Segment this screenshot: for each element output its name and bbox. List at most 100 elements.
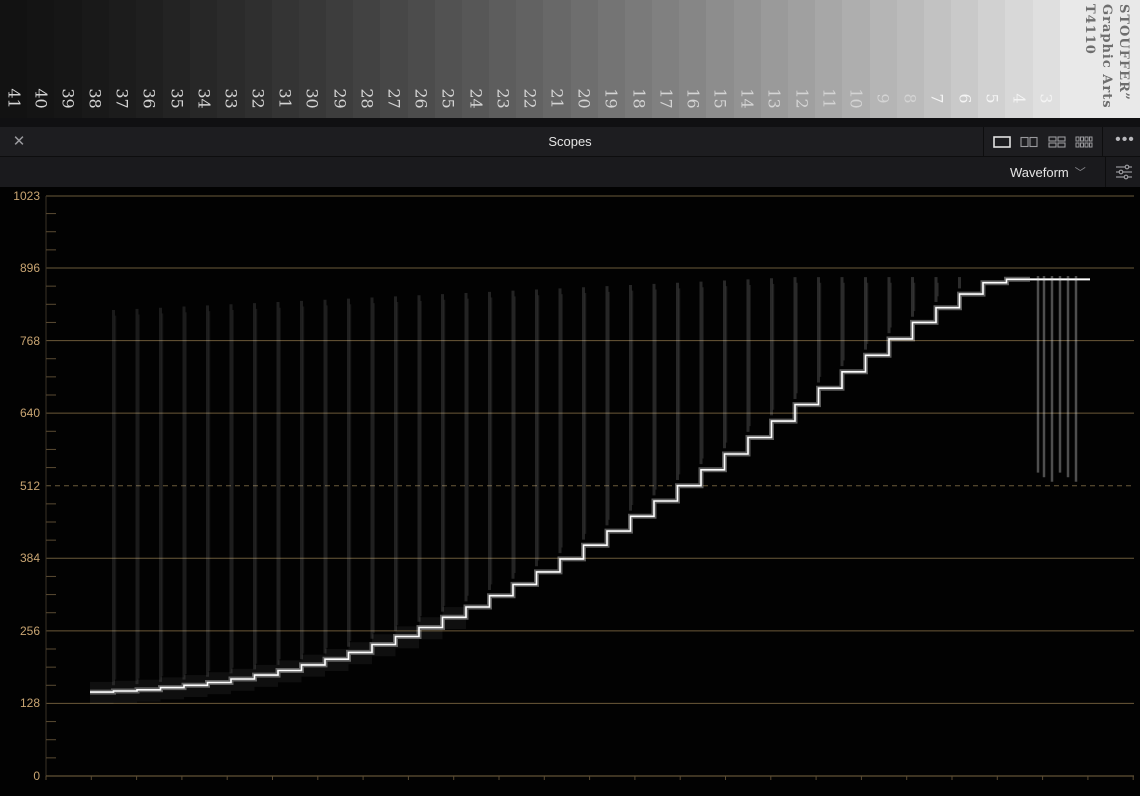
step-wedge-image: 41 40 39 38 37 36 35 34 33 32 31 30 29 28 27 26 25 24 23 22… [0,0,1140,118]
wedge-patch-number: 4 [1009,93,1029,104]
scale-label: 0 [33,769,40,783]
layout-switcher [983,127,1103,157]
wedge-patch: 34 [190,0,218,118]
wedge-patch-number: 34 [194,88,214,109]
more-options-icon[interactable]: ••• [1110,127,1140,157]
wedge-patch-number: 11 [819,88,839,109]
wedge-patch-number: 33 [221,88,241,109]
layout-1up-icon[interactable] [991,134,1013,150]
close-icon[interactable]: ✕ [8,131,30,153]
wedge-patch: 30 [298,0,327,118]
wedge-patch-number: 6 [955,93,975,104]
scale-label: 896 [19,261,40,275]
wedge-patch: 12 [787,0,816,118]
wedge-patch-number: 28 [357,88,377,109]
wedge-patch-number: 12 [792,88,812,109]
wedge-patch: 33 [217,0,245,118]
wedge-patch: 32 [244,0,272,118]
wedge-patch-number: 39 [58,88,78,109]
wedge-patch: 6 [951,0,979,118]
wedge-patch-number: 3 [1036,93,1056,104]
wedge-patch-number: 19 [601,88,621,109]
wedge-patch: 22 [516,0,544,118]
scope-toolbar: Waveform ﹀ [0,157,1140,187]
wedge-patch-number: 25 [438,88,458,109]
wedge-patch-number: 41 [4,88,24,109]
scope-type-dropdown[interactable]: Waveform ﹀ [1010,157,1100,187]
scale-label: 640 [19,406,40,421]
scale-label: 384 [19,551,40,566]
wedge-patch: 37 [108,0,136,118]
wedge-patch: 7 [923,0,952,118]
wedge-patch: 4 [1005,0,1033,118]
wedge-patch-number: 32 [248,88,268,109]
wedge-patch: 10 [842,0,870,118]
wedge-patch-number: 36 [139,88,159,109]
wedge-patch: 24 [461,0,490,118]
scale-label: 512 [19,478,40,493]
layout-2up-icon[interactable] [1018,134,1040,150]
wedge-patch: 26 [407,0,435,118]
wedge-patch: 36 [135,0,164,118]
wedge-patch-number: 10 [846,88,866,109]
scale-label: 256 [19,623,40,638]
layout-2x2-icon[interactable] [1046,134,1068,150]
wedge-patch-number: 35 [167,88,187,109]
wedge-patch: 13 [760,0,788,118]
layout-4up-icon[interactable] [1073,134,1095,150]
scope-type-label: Waveform [1010,164,1069,180]
wedge-patch: 20 [570,0,598,118]
wedge-patch: 27 [380,0,408,118]
scale-label: 1023 [13,189,40,203]
wedge-patch-number: 38 [85,88,105,109]
wedge-patch: 19 [597,0,625,118]
wedge-patch: 38 [81,0,109,118]
waveform-scope: 1023 896 768 640 512 384 256 128 0 [0,187,1140,796]
wedge-patch: 17 [652,0,680,118]
wedge-patch: 11 [815,0,843,118]
wedge-patch: 18 [624,0,653,118]
wedge-patch: 3 [1032,0,1060,118]
wedge-patch: 35 [163,0,191,118]
wedge-patch: 8 [896,0,924,118]
wedge-patch: 40 [27,0,55,118]
wedge-patch: 28 [353,0,381,118]
wedge-patch: 21 [543,0,571,118]
settings-sliders-icon[interactable] [1105,157,1140,187]
chevron-down-icon: ﹀ [1074,167,1086,179]
wedge-patch-number: 15 [710,88,730,109]
wedge-patch-number: 13 [764,88,784,109]
panel-title: Scopes [548,134,592,149]
wedge-patch-number: 7 [927,93,947,104]
wedge-patch: 39 [54,0,82,118]
brand-line-1: STOUFFER” [1116,4,1131,101]
wedge-patch-number: 17 [656,88,676,109]
wedge-patch: 31 [271,0,299,118]
wedge-patch-number: 8 [900,93,920,104]
wedge-patch-number: 37 [112,88,132,109]
wedge-patch-number: 30 [302,88,322,109]
wedge-patch: 23 [489,0,517,118]
wedge-patch: 5 [978,0,1006,118]
wedge-patch-number: 24 [466,88,485,109]
wedge-patch: 9 [869,0,897,118]
wedge-patch-number: 40 [31,88,51,109]
wedge-patch-number: 26 [411,88,431,109]
wedge-patch-number: 14 [737,88,757,109]
scale-label: 128 [19,696,40,711]
wedge-patch: 16 [679,0,707,118]
brand-line-2: Graphic Arts [1099,4,1114,109]
waveform-canvas [45,195,1134,780]
wedge-patch: 14 [733,0,761,118]
wedge-patch-number: 20 [574,88,594,109]
wedge-patch-number: 16 [683,88,703,109]
wedge-patch: 15 [706,0,734,118]
wedge-patch-number: 5 [982,93,1002,104]
wedge-brand-label: STOUFFER” Graphic Arts T4110 [1066,4,1132,112]
panel-divider [0,118,1140,127]
wedge-patch-number: 31 [275,88,295,109]
scopes-header: ✕ Scopes ••• [0,127,1140,157]
wedge-patch-number: 23 [493,88,513,109]
wedge-patch-number: 22 [520,88,540,109]
brand-line-3: T4110 [1082,4,1097,55]
